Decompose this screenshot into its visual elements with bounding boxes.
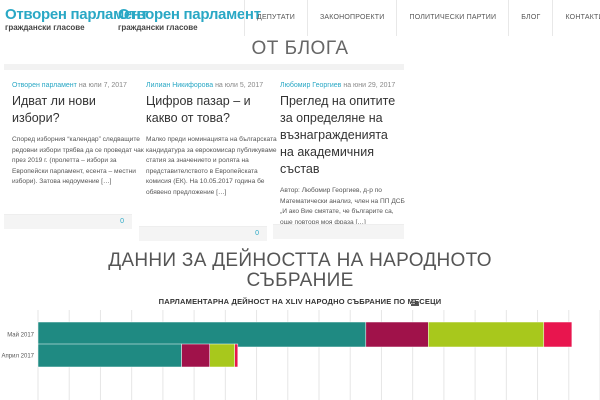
blog-section-heading: ОТ БЛОГА [251, 38, 349, 59]
bar-segment[interactable] [234, 343, 239, 368]
nav-item-bills[interactable]: ЗАКОНОПРОЕКТИ [306, 0, 397, 36]
post-author-link[interactable]: Отворен парламент [12, 82, 77, 89]
chart-svg: Май 2017 Април 2017 [2, 310, 600, 400]
bar-segment[interactable] [37, 321, 367, 348]
post-title-link[interactable]: Преглед на опитите за определяне на възн… [280, 93, 405, 178]
blog-post-card: Лилиан Никифорова на юли 5, 2017 Цифров … [146, 81, 279, 199]
main-nav: ДЕПУТАТИ ЗАКОНОПРОЕКТИ ПОЛИТИЧЕСКИ ПАРТИ… [244, 0, 600, 36]
post-author-link[interactable]: Любомир Георгиев [280, 82, 341, 89]
bar-segment[interactable] [428, 321, 545, 348]
post-meta: Отворен парламент на юли 7, 2017 [12, 81, 145, 90]
data-section-heading: ДАННИ ЗА ДЕЙНОСТТА НА НАРОДНОТО СЪБРАНИЕ [0, 251, 600, 291]
bar-segment[interactable] [209, 343, 235, 368]
post-date-prefix: на [213, 82, 225, 89]
site-logo-duplicate[interactable]: Отворен парламент граждански гласове [118, 7, 261, 33]
section-divider [4, 64, 404, 70]
post-footer: 0 [4, 214, 132, 229]
post-meta: Любомир Георгиев на юни 29, 2017 [280, 81, 405, 90]
category-label: Април 2017 [2, 354, 35, 360]
bar-segment[interactable] [543, 321, 573, 348]
site-header: Отворен парламент граждански гласове Отв… [0, 0, 600, 36]
nav-item-blog[interactable]: БЛОГ [508, 0, 552, 36]
post-date-prefix: на [76, 82, 89, 89]
post-footer: 0 [139, 226, 267, 241]
bar-segment[interactable] [181, 343, 210, 368]
post-meta: Лилиан Никифорова на юли 5, 2017 [146, 81, 279, 90]
nav-item-parties[interactable]: ПОЛИТИЧЕСКИ ПАРТИИ [396, 0, 508, 36]
bar-segment[interactable] [37, 343, 182, 368]
post-date: юни 29, 2017 [353, 82, 396, 89]
data-heading-line2: СЪБРАНИЕ [246, 270, 354, 291]
nav-item-contacts[interactable]: КОНТАКТИ [552, 0, 600, 36]
post-footer [273, 224, 404, 239]
post-author-link[interactable]: Лилиан Никифорова [146, 82, 213, 89]
blog-post-card: Любомир Георгиев на юни 29, 2017 Преглед… [280, 81, 405, 228]
post-title-link[interactable]: Цифров пазар – и какво от това? [146, 93, 279, 127]
post-date: юли 5, 2017 [224, 82, 264, 89]
post-excerpt: Автор: Любомир Георгиев, д-р по Математи… [280, 187, 405, 226]
logo-title: Отворен парламент [118, 6, 261, 23]
bar-segment[interactable] [365, 321, 429, 348]
post-date-prefix: на [341, 82, 354, 89]
post-date: юли 7, 2017 [88, 82, 127, 89]
comment-count[interactable]: 0 [120, 218, 124, 225]
logo-subtitle: граждански гласове [118, 23, 198, 32]
chart-title: ПАРЛАМЕНТАРНА ДЕЙНОСТ НА XLIV НАРОДНО СЪ… [158, 297, 442, 306]
hamburger-menu-icon[interactable] [411, 299, 419, 306]
nav-item-deputies[interactable]: ДЕПУТАТИ [244, 0, 307, 36]
category-label: Май 2017 [7, 332, 34, 339]
post-excerpt: Малко преди номинацията на българската к… [146, 136, 277, 196]
data-heading-line1: ДАННИ ЗА ДЕЙНОСТТА НА НАРОДНОТО [108, 250, 492, 271]
comment-count[interactable]: 0 [255, 230, 259, 237]
blog-post-card: Отворен парламент на юли 7, 2017 Идват л… [12, 81, 145, 188]
post-title-link[interactable]: Идват ли нови избори? [12, 93, 145, 127]
post-excerpt: Според изборния “календар” следващите ре… [12, 136, 144, 186]
activity-bar-chart: Май 2017 Април 2017 [0, 310, 600, 400]
